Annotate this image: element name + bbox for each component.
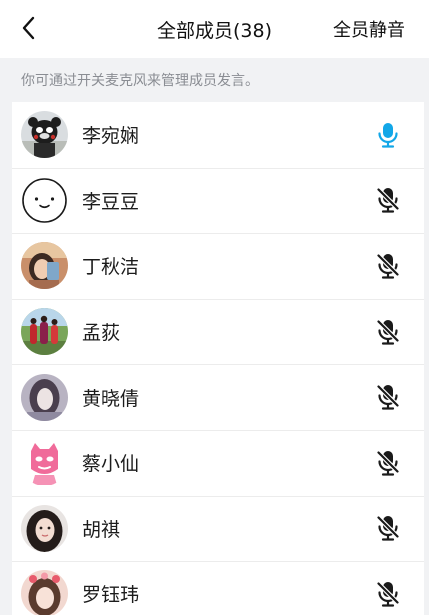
member-row[interactable]: 黄晓倩 <box>12 364 424 430</box>
avatar <box>21 373 68 421</box>
member-row[interactable]: 李豆豆 <box>12 167 424 234</box>
microphone-muted-icon <box>376 515 400 541</box>
mic-toggle[interactable] <box>374 383 402 411</box>
member-name: 蔡小仙 <box>82 453 140 476</box>
member-row[interactable]: 丁秋洁 <box>12 233 424 299</box>
back-button[interactable] <box>14 14 42 42</box>
mic-toggle[interactable] <box>374 121 402 149</box>
hint-text: 你可通过开关麦克风来管理成员发言。 <box>0 58 429 102</box>
mic-toggle[interactable] <box>374 186 402 214</box>
microphone-muted-icon <box>376 384 400 410</box>
member-row[interactable]: 蔡小仙 <box>12 429 424 496</box>
avatar <box>21 439 68 487</box>
member-name: 黄晓倩 <box>82 387 140 410</box>
member-row[interactable]: 胡祺 <box>12 495 424 562</box>
avatar <box>21 111 68 159</box>
member-row[interactable]: 孟荻 <box>12 298 424 365</box>
mute-all-button[interactable]: 全员静音 <box>333 0 405 58</box>
top-bar: 全部成员(38) 全员静音 <box>0 0 429 58</box>
member-name: 李豆豆 <box>82 190 140 213</box>
microphone-muted-icon <box>376 187 400 213</box>
microphone-icon <box>378 122 398 148</box>
member-row[interactable]: 罗钰玮 <box>12 561 424 615</box>
avatar <box>21 308 68 356</box>
chevron-left-icon <box>22 16 35 40</box>
mic-toggle[interactable] <box>374 514 402 542</box>
member-name: 罗钰玮 <box>82 584 140 607</box>
microphone-muted-icon <box>376 253 400 279</box>
member-name: 胡祺 <box>82 518 121 541</box>
member-row[interactable]: 李宛娴 <box>12 102 424 168</box>
avatar <box>21 570 68 615</box>
member-name: 丁秋洁 <box>82 256 140 279</box>
mic-toggle[interactable] <box>374 252 402 280</box>
microphone-muted-icon <box>376 450 400 476</box>
member-name: 孟荻 <box>82 322 121 345</box>
mic-toggle[interactable] <box>374 449 402 477</box>
mic-toggle[interactable] <box>374 318 402 346</box>
member-name: 李宛娴 <box>82 125 140 148</box>
avatar <box>21 176 68 224</box>
mic-toggle[interactable] <box>374 580 402 608</box>
member-list: 李宛娴 李豆豆 丁秋洁 孟荻 黄晓倩 蔡小仙 胡祺 罗钰玮 <box>12 102 424 615</box>
microphone-muted-icon <box>376 581 400 607</box>
microphone-muted-icon <box>376 318 400 345</box>
avatar <box>21 504 68 552</box>
avatar <box>21 242 68 290</box>
